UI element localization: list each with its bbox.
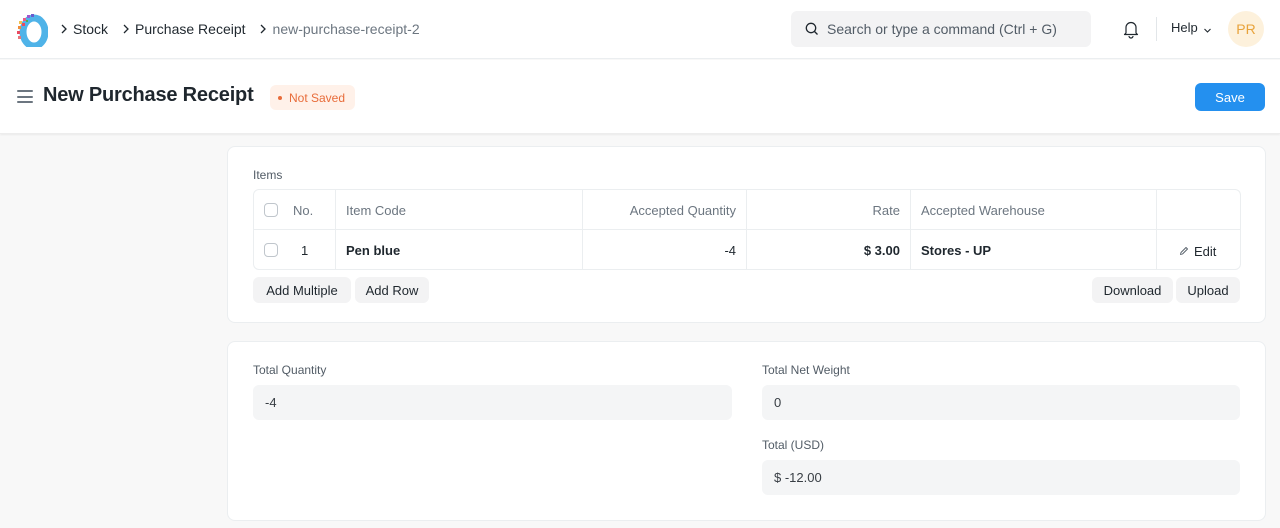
row-checkbox[interactable] bbox=[264, 243, 278, 257]
breadcrumb: Stock Purchase Receipt new-purchase-rece… bbox=[56, 19, 430, 39]
help-dropdown[interactable]: Help bbox=[1171, 20, 1212, 35]
upload-button[interactable]: Upload bbox=[1176, 277, 1240, 303]
breadcrumb-purchase-receipt[interactable]: Purchase Receipt bbox=[135, 21, 246, 37]
divider bbox=[1156, 17, 1157, 41]
breadcrumb-current[interactable]: new-purchase-receipt-2 bbox=[273, 21, 420, 37]
edit-label: Edit bbox=[1194, 243, 1217, 259]
select-all-checkbox[interactable] bbox=[264, 203, 278, 217]
column-header-accepted-warehouse: Accepted Warehouse bbox=[921, 202, 1045, 218]
save-button[interactable]: Save bbox=[1195, 83, 1265, 111]
row-no: 1 bbox=[301, 242, 309, 258]
cell-rate[interactable]: $ 3.00 bbox=[747, 230, 900, 270]
chevron-right-icon bbox=[56, 19, 71, 39]
items-table: No. Item Code Accepted Quantity Rate Acc… bbox=[253, 189, 1241, 270]
page-title: New Purchase Receipt bbox=[43, 84, 254, 106]
column-header-accepted-quantity: Accepted Quantity bbox=[629, 202, 736, 218]
add-multiple-button[interactable]: Add Multiple bbox=[253, 277, 351, 303]
help-label: Help bbox=[1171, 20, 1198, 35]
cell-accepted-warehouse[interactable]: Stores - UP bbox=[921, 230, 991, 270]
totals-section: Total Quantity -4 Total Net Weight 0 Tot… bbox=[227, 341, 1266, 521]
column-header-no: No. bbox=[293, 202, 314, 218]
search-icon bbox=[805, 22, 819, 36]
total-quantity-label: Total Quantity bbox=[253, 363, 327, 377]
chevron-down-icon bbox=[1203, 23, 1212, 33]
search-input[interactable]: Search or type a command (Ctrl + G) bbox=[827, 21, 1057, 37]
total-net-weight-label: Total Net Weight bbox=[762, 363, 850, 377]
total-net-weight-field[interactable]: 0 bbox=[762, 385, 1240, 420]
avatar[interactable]: PR bbox=[1228, 11, 1264, 47]
search-bar[interactable]: Search or type a command (Ctrl + G) bbox=[791, 11, 1091, 47]
table-header-row: No. Item Code Accepted Quantity Rate Acc… bbox=[254, 190, 1240, 230]
chevron-right-icon bbox=[118, 19, 133, 39]
status-badge: Not Saved bbox=[270, 85, 356, 110]
app-logo-icon[interactable] bbox=[16, 13, 49, 50]
items-label: Items bbox=[253, 168, 283, 182]
pencil-icon bbox=[1179, 246, 1189, 256]
total-quantity-field[interactable]: -4 bbox=[253, 385, 732, 420]
column-header-rate: Rate bbox=[872, 202, 900, 218]
chevron-right-icon bbox=[256, 19, 271, 39]
add-row-button[interactable]: Add Row bbox=[355, 277, 429, 303]
sidebar-toggle-icon[interactable] bbox=[17, 90, 33, 103]
page-header: New Purchase Receipt Not Saved Save bbox=[0, 60, 1280, 134]
download-button[interactable]: Download bbox=[1092, 277, 1173, 303]
edit-row-button[interactable]: Edit bbox=[1179, 231, 1216, 271]
navbar: Stock Purchase Receipt new-purchase-rece… bbox=[0, 0, 1280, 59]
cell-item-code[interactable]: Pen blue bbox=[346, 230, 400, 270]
total-usd-label: Total (USD) bbox=[762, 438, 825, 452]
cell-accepted-quantity[interactable]: -4 bbox=[583, 230, 736, 270]
breadcrumb-stock[interactable]: Stock bbox=[73, 21, 108, 37]
status-dot-icon bbox=[278, 95, 282, 100]
table-row[interactable]: 1 Pen blue -4 $ 3.00 Stores - UP Edit bbox=[254, 230, 1240, 270]
status-text: Not Saved bbox=[289, 90, 346, 105]
items-section: Items No. Item Code Accepted Quantity Ra… bbox=[227, 146, 1266, 323]
notification-bell-icon[interactable] bbox=[1122, 19, 1140, 39]
total-usd-field[interactable]: $ -12.00 bbox=[762, 460, 1240, 495]
column-header-item-code: Item Code bbox=[346, 202, 406, 218]
